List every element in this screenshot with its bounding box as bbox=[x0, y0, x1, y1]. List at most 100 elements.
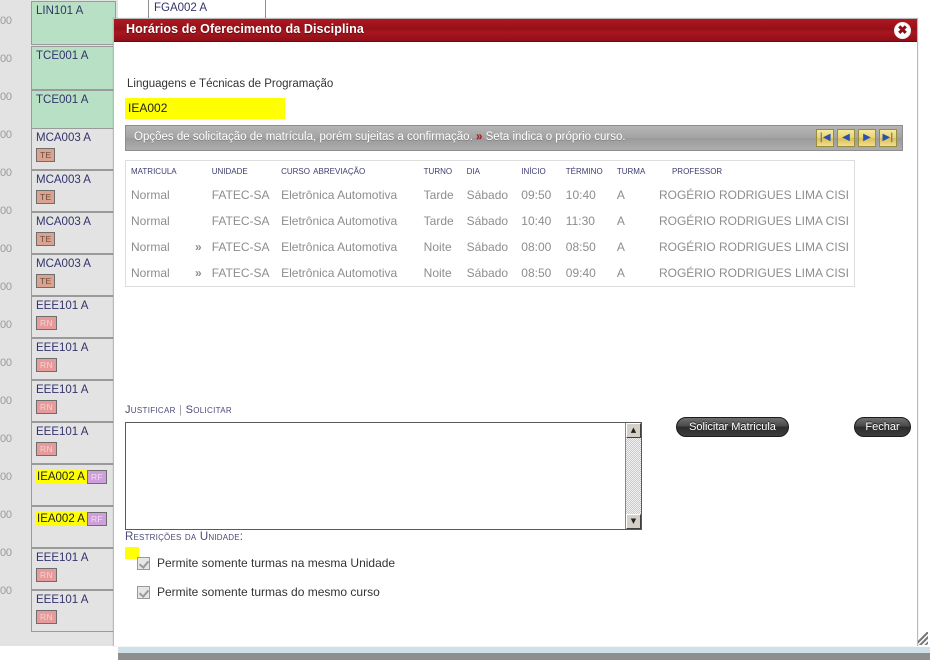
schedule-cell[interactable]: EEE101 A RN bbox=[31, 296, 116, 338]
schedule-cell-code: EEE101 A bbox=[36, 342, 89, 354]
cell-turma: A bbox=[616, 266, 625, 280]
checkbox-mesmo-curso[interactable] bbox=[137, 585, 150, 599]
cell-termino: 08:50 bbox=[565, 240, 596, 254]
dialog-title: Horários de Oferecimento da Disciplina bbox=[126, 22, 364, 36]
pager-last-icon[interactable]: ▶| bbox=[879, 129, 897, 147]
justification-textarea[interactable] bbox=[126, 423, 641, 529]
table-row[interactable]: Normal » FATEC-SA Eletrônica Automotiva Noit… bbox=[126, 260, 854, 286]
page-horizontal-scrollbar[interactable] bbox=[118, 646, 930, 660]
gutter-time-label: 00 bbox=[0, 243, 12, 255]
cell-unidade: FATEC-SA bbox=[211, 214, 270, 228]
discipline-code: IEA002 bbox=[128, 101, 168, 115]
cell-dia: Sábado bbox=[466, 188, 509, 202]
cell-matricula: Normal bbox=[131, 240, 170, 254]
schedule-cell-code: EEE101 A bbox=[36, 426, 89, 438]
schedule-cell-code: MCA003 A bbox=[36, 216, 91, 228]
restriction-row-unidade[interactable]: Permite somente turmas na mesma Unidade bbox=[137, 556, 395, 570]
restriction-row-curso[interactable]: Permite somente turmas do mesmo curso bbox=[137, 585, 380, 599]
table-header-cell: Dia bbox=[466, 165, 481, 177]
schedule-cell[interactable]: LIN101 A bbox=[31, 1, 116, 45]
cell-curso: Eletrônica Automotiva bbox=[281, 214, 398, 228]
cell-inicio: 08:00 bbox=[521, 240, 552, 254]
justify-links: Justificar | Solicitar bbox=[125, 404, 232, 416]
solicitar-link[interactable]: Solicitar bbox=[186, 404, 232, 416]
links-separator: | bbox=[179, 404, 183, 416]
checkbox-mesma-unidade[interactable] bbox=[137, 556, 150, 570]
schedule-cell[interactable]: EEE101 A RN bbox=[31, 338, 116, 380]
schedule-cell-code: MCA003 A bbox=[36, 132, 91, 144]
schedule-cell-code: LIN101 A bbox=[36, 5, 84, 17]
cell-turno: Tarde bbox=[423, 214, 454, 228]
schedule-cell[interactable]: TCE001 A bbox=[31, 46, 116, 90]
schedule-cell[interactable]: EEE101 A RN bbox=[31, 380, 116, 422]
restrictions-title: Restrições da Unidade: bbox=[125, 531, 244, 543]
schedule-cell-code: MCA003 A bbox=[36, 174, 91, 186]
pager-prev-icon[interactable]: ◀ bbox=[837, 129, 855, 147]
table-header-cell: Turno bbox=[423, 165, 453, 177]
table-row[interactable]: Normal FATEC-SA Eletrônica Automotiva Tarde… bbox=[126, 208, 854, 234]
table-header-cell: Início bbox=[521, 165, 546, 177]
schedule-cell-badge: TE bbox=[36, 190, 56, 204]
schedule-cell[interactable]: MCA003 A TE bbox=[31, 128, 116, 170]
schedule-cell[interactable]: EEE101 A RN bbox=[31, 590, 116, 632]
schedule-cell[interactable]: MCA003 A TE bbox=[31, 254, 116, 296]
schedule-cell-badge: RF bbox=[86, 512, 107, 526]
cell-professor: ROGÉRIO RODRIGUES LIMA CISI bbox=[658, 240, 849, 254]
info-bar-text-before: Opções de solicitação de matrícula, poré… bbox=[134, 131, 473, 143]
schedule-cell-badge: TE bbox=[36, 274, 56, 288]
gutter-time-label: 00 bbox=[0, 433, 12, 445]
cell-curso: Eletrônica Automotiva bbox=[281, 240, 398, 254]
gutter-time-label: 00 bbox=[0, 357, 12, 369]
justificar-link[interactable]: Justificar bbox=[125, 404, 176, 416]
cell-professor: ROGÉRIO RODRIGUES LIMA CISI bbox=[658, 188, 849, 202]
schedule-cell-fga002[interactable]: FGA002 A bbox=[148, 0, 266, 20]
dialog-titlebar[interactable]: Horários de Oferecimento da Disciplina ✖ bbox=[114, 19, 917, 42]
schedule-cell[interactable]: EEE101 A RN bbox=[31, 548, 116, 590]
gutter-time-label: 00 bbox=[0, 129, 12, 141]
schedule-cell[interactable]: MCA003 A TE bbox=[31, 170, 116, 212]
cell-inicio: 09:50 bbox=[521, 188, 552, 202]
solicitar-matricula-button[interactable]: Solicitar Matricula bbox=[676, 417, 789, 437]
schedule-cell-code: EEE101 A bbox=[36, 552, 89, 564]
schedule-cell-code: TCE001 A bbox=[36, 50, 89, 62]
table-row[interactable]: Normal » FATEC-SA Eletrônica Automotiva Noit… bbox=[126, 234, 854, 260]
table-header-cell bbox=[190, 161, 207, 182]
info-bar: Opções de solicitação de matrícula, poré… bbox=[125, 125, 903, 151]
table-header-cell: Matricula bbox=[131, 165, 177, 177]
table-header-cell: Unidade bbox=[211, 165, 248, 177]
schedule-cell-badge: RN bbox=[36, 568, 57, 582]
fechar-button[interactable]: Fechar bbox=[854, 417, 911, 437]
cell-matricula: Normal bbox=[131, 214, 170, 228]
schedule-cell-badge: TE bbox=[36, 232, 56, 246]
schedule-cell-badge: RN bbox=[36, 316, 57, 330]
row-own-course-arrow-icon: » bbox=[195, 240, 202, 254]
app-root: 00 00 00 00 00 00 00 00 00 00 00 00 00 00 00 00 LIN101 … bbox=[0, 0, 930, 660]
table-header-row: Matricula Unidade Curso Abreviação Turno Dia… bbox=[126, 161, 854, 182]
pager-first-icon[interactable]: |◀ bbox=[816, 129, 834, 147]
gutter-time-label: 00 bbox=[0, 53, 12, 65]
gutter-time-label: 00 bbox=[0, 205, 12, 217]
cell-termino: 11:30 bbox=[565, 214, 595, 228]
schedule-cell[interactable]: IEA002 A RF bbox=[31, 464, 116, 506]
scroll-up-icon[interactable]: ▲ bbox=[626, 423, 641, 438]
pager-next-icon[interactable]: ▶ bbox=[858, 129, 876, 147]
row-own-course-arrow-icon: » bbox=[195, 266, 202, 280]
time-gutter: 00 00 00 00 00 00 00 00 00 00 00 00 00 00 00 00 bbox=[0, 0, 26, 646]
gutter-time-label: 00 bbox=[0, 91, 12, 103]
cell-unidade: FATEC-SA bbox=[211, 188, 270, 202]
schedule-cell[interactable]: IEA002 A RF bbox=[31, 506, 116, 548]
textarea-scrollbar[interactable]: ▲ ▼ bbox=[625, 423, 641, 529]
restriction-label-unidade: Permite somente turmas na mesma Unidade bbox=[157, 556, 396, 570]
schedule-cell-badge: RN bbox=[36, 358, 57, 372]
close-icon[interactable]: ✖ bbox=[894, 22, 911, 39]
info-bar-text: Opções de solicitação de matrícula, poré… bbox=[134, 131, 626, 143]
table-row[interactable]: Normal FATEC-SA Eletrônica Automotiva Tarde… bbox=[126, 182, 854, 208]
schedule-cell[interactable]: EEE101 A RN bbox=[31, 422, 116, 464]
gutter-time-label: 00 bbox=[0, 319, 12, 331]
gutter-time-label: 00 bbox=[0, 585, 12, 597]
gutter-time-label: 00 bbox=[0, 547, 12, 559]
scrollbar-thumb[interactable] bbox=[118, 653, 930, 660]
schedule-cell-code: EEE101 A bbox=[36, 300, 89, 312]
scroll-down-icon[interactable]: ▼ bbox=[626, 514, 641, 529]
schedule-cell[interactable]: MCA003 A TE bbox=[31, 212, 116, 254]
